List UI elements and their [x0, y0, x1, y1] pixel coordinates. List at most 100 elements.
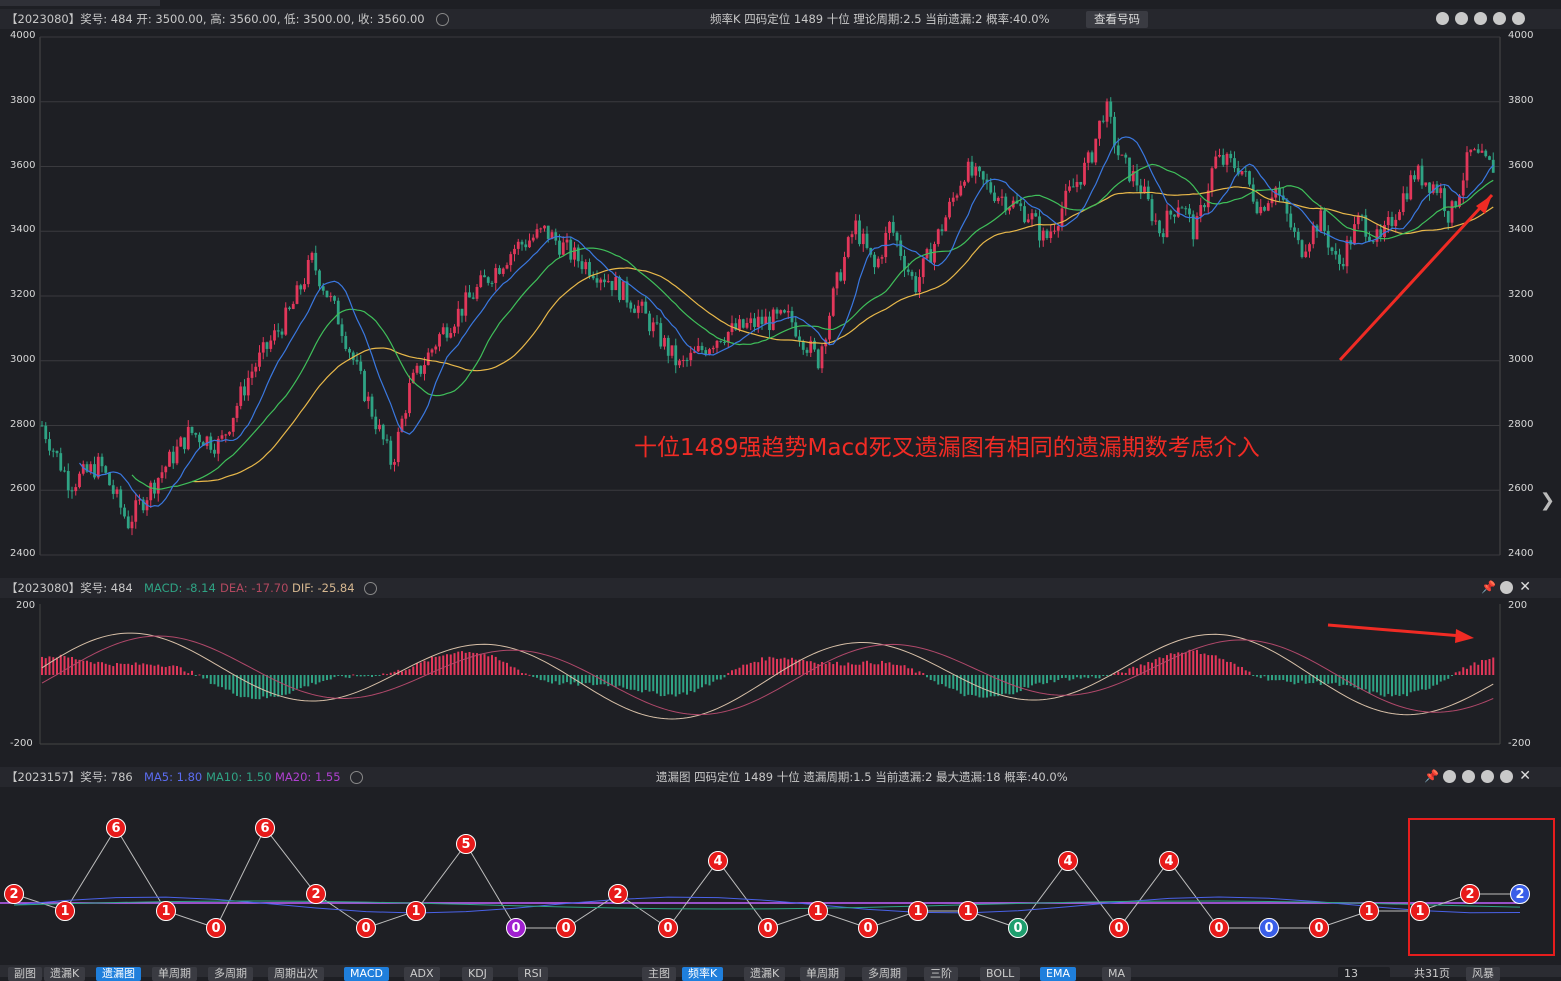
candle [1398, 209, 1401, 221]
close-icon[interactable]: ✕ [1519, 769, 1531, 783]
bottom-tab[interactable]: MA [1102, 967, 1132, 981]
macd-bar [1451, 675, 1453, 677]
ma20-value: MA20: 1.55 [275, 770, 341, 784]
candle [479, 270, 483, 289]
macd-bar [1372, 675, 1375, 692]
bottom-tab[interactable]: 副图 [8, 967, 42, 981]
candle [1296, 228, 1300, 245]
miss-value-ball: 2 [608, 884, 628, 904]
macd-bar [1342, 675, 1345, 685]
candle [175, 439, 179, 466]
macd-bar [1293, 675, 1296, 685]
candle [1064, 183, 1068, 216]
fullscreen-button[interactable]: 风暴 [1466, 967, 1500, 981]
miss-center-info: 遗漏图 四码定位 1489 十位 遗漏周期:1.5 当前遗漏:2 最大遗漏:18… [656, 770, 1068, 784]
candle [880, 254, 884, 264]
bottom-tab[interactable]: 遗漏图 [96, 967, 141, 981]
candle [179, 436, 183, 447]
settings-icon[interactable] [1512, 12, 1525, 25]
candle [1281, 187, 1285, 202]
settings-icon[interactable] [1500, 770, 1514, 783]
pin-icon[interactable]: 📌 [1424, 770, 1439, 783]
bottom-tab[interactable]: 频率K [682, 967, 724, 981]
candle [1356, 212, 1360, 230]
bottom-tab[interactable]: MACD [344, 967, 389, 981]
bottom-tab[interactable]: 遗漏K [744, 967, 786, 981]
bottom-tab[interactable]: 多周期 [208, 967, 253, 981]
macd-bar [1049, 675, 1052, 680]
bottom-tab[interactable]: 主图 [642, 967, 676, 981]
bottom-tab[interactable]: 单周期 [800, 967, 845, 981]
annotation-arrow-main [1338, 193, 1494, 362]
bottom-tab[interactable]: 单周期 [152, 967, 197, 981]
macd-bar [134, 662, 137, 675]
miss-value-ball: 6 [255, 818, 275, 838]
chevron-right-icon[interactable]: ❯ [1540, 490, 1555, 511]
bottom-tab[interactable]: ADX [404, 967, 440, 981]
macd-bar [1406, 675, 1408, 697]
macd-bar [1477, 664, 1480, 675]
bottom-tab[interactable]: 多周期 [862, 967, 907, 981]
macd-bar [1327, 675, 1330, 684]
back-icon[interactable] [1455, 12, 1468, 25]
candle [59, 447, 63, 472]
candle [1071, 178, 1075, 188]
candle [194, 432, 198, 438]
candle [1165, 204, 1169, 238]
bottom-tab[interactable]: BOLL [980, 967, 1021, 981]
macd-bar [933, 675, 936, 682]
candle [835, 271, 839, 296]
arrow-up-icon[interactable] [1474, 12, 1487, 25]
close-icon[interactable]: ✕ [1519, 580, 1531, 594]
macd-bar [1128, 668, 1131, 675]
axis-tick-left: 3600 [10, 159, 36, 171]
back-icon[interactable] [1443, 770, 1457, 783]
help-icon[interactable] [430, 9, 449, 29]
miss-value-ball: 2 [4, 884, 24, 904]
macd-bar [986, 675, 988, 698]
macd-bar [719, 675, 722, 680]
help-icon[interactable] [358, 578, 377, 598]
macd-bar [48, 656, 51, 675]
macd-bar [382, 673, 385, 675]
arrow-down-icon[interactable] [1493, 12, 1506, 25]
pin-icon[interactable]: 📌 [1481, 581, 1496, 594]
macd-bar [828, 662, 831, 675]
macd-bar [881, 660, 883, 675]
macd-bar [1184, 652, 1187, 675]
macd-header: 【2023080】奖号: 484 MACD: -8.14 DEA: -17.70… [0, 578, 1561, 598]
arrow-up-icon[interactable] [1462, 770, 1476, 783]
macd-bar [314, 675, 317, 685]
macd-bar [1432, 675, 1435, 686]
candle [1038, 208, 1041, 248]
bottom-tab[interactable]: KDJ [462, 967, 493, 981]
macd-bar [547, 675, 550, 683]
candle [1484, 149, 1488, 158]
macd-bar [1267, 675, 1270, 681]
page-input[interactable]: 13 [1338, 967, 1390, 981]
macd-bar [843, 665, 846, 675]
edit-icon[interactable] [1436, 12, 1449, 25]
bottom-tab[interactable]: 周期出次 [268, 967, 324, 981]
macd-bar [277, 675, 280, 697]
macd-value: MACD: -8.14 [144, 581, 216, 595]
arrow-down-icon[interactable] [1481, 770, 1495, 783]
macd-bar [1454, 672, 1457, 675]
help-icon[interactable] [344, 767, 363, 787]
candle [1424, 182, 1428, 187]
macd-bar [1004, 675, 1007, 694]
candle [1293, 222, 1296, 238]
candle [1173, 214, 1176, 224]
macd-bar [1263, 675, 1266, 677]
macd-bar [892, 664, 895, 675]
main-chart-info: 【2023080】奖号: 484 开: 3500.00, 高: 3560.00,… [6, 12, 425, 26]
view-numbers-button[interactable]: 查看号码 [1086, 11, 1148, 28]
bottom-tab[interactable]: EMA [1040, 967, 1076, 981]
axis-tick-right: 2400 [1508, 548, 1534, 559]
candle [93, 456, 96, 480]
settings-icon[interactable] [1500, 581, 1514, 594]
bottom-tab[interactable]: 三阶 [924, 967, 958, 981]
bottom-tab[interactable]: RSI [518, 967, 548, 981]
bottom-tab[interactable]: 遗漏K [44, 967, 86, 981]
candle [711, 345, 715, 354]
